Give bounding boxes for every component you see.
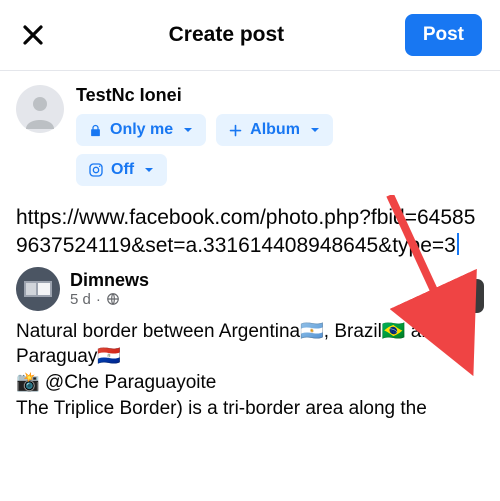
- composer-header: Create post Post: [0, 0, 500, 70]
- chips-row-2: Off: [76, 154, 333, 186]
- author-avatar[interactable]: [16, 85, 64, 133]
- composer-text-value: https://www.facebook.com/photo.php?fbid=…: [16, 206, 475, 257]
- preview-line-1: Natural border between Argentina🇦🇷, Braz…: [16, 319, 484, 370]
- chevron-down-icon: [182, 124, 194, 136]
- globe-icon: [106, 292, 120, 306]
- source-avatar-image: [16, 267, 60, 311]
- preview-line-2: 📸 @Che Paraguayoite: [16, 370, 484, 396]
- author-row: TestNc Ionei Only me Album Off: [0, 71, 500, 190]
- lock-icon: [88, 123, 103, 138]
- chevron-down-icon: [309, 124, 321, 136]
- album-selector[interactable]: Album: [216, 114, 333, 146]
- preview-header: Dimnews 5 d ·: [16, 267, 484, 311]
- audience-selector[interactable]: Only me: [76, 114, 206, 146]
- preview-meta: Dimnews 5 d ·: [70, 270, 149, 308]
- audience-label: Only me: [110, 121, 173, 139]
- chevron-down-icon: [143, 164, 155, 176]
- preview-line-3: The Triplice Border) is a tri-border are…: [16, 396, 484, 422]
- preview-source-name[interactable]: Dimnews: [70, 270, 149, 291]
- album-label: Album: [250, 121, 300, 139]
- chips-row-1: Only me Album: [76, 114, 333, 146]
- preview-body: Natural border between Argentina🇦🇷, Braz…: [0, 311, 500, 422]
- preview-age: 5 d: [70, 291, 91, 308]
- link-preview: Dimnews 5 d ·: [0, 267, 500, 311]
- plus-icon: [228, 123, 243, 138]
- close-icon: [459, 287, 476, 304]
- author-name: TestNc Ionei: [76, 85, 333, 106]
- preview-subline: 5 d ·: [70, 291, 149, 308]
- remove-preview-button[interactable]: [450, 279, 484, 313]
- preview-source-avatar[interactable]: [16, 267, 60, 311]
- text-cursor: [457, 233, 459, 255]
- author-column: TestNc Ionei Only me Album Off: [76, 85, 333, 186]
- post-button[interactable]: Post: [405, 14, 482, 56]
- composer-text-area[interactable]: https://www.facebook.com/photo.php?fbid=…: [0, 190, 500, 267]
- person-icon: [20, 89, 60, 129]
- page-title: Create post: [169, 23, 285, 47]
- dot-separator: ·: [96, 291, 101, 308]
- instagram-icon: [88, 162, 104, 178]
- close-button[interactable]: [18, 20, 48, 50]
- instagram-crosspost-toggle[interactable]: Off: [76, 154, 167, 186]
- close-icon: [21, 23, 45, 47]
- instagram-label: Off: [111, 161, 134, 179]
